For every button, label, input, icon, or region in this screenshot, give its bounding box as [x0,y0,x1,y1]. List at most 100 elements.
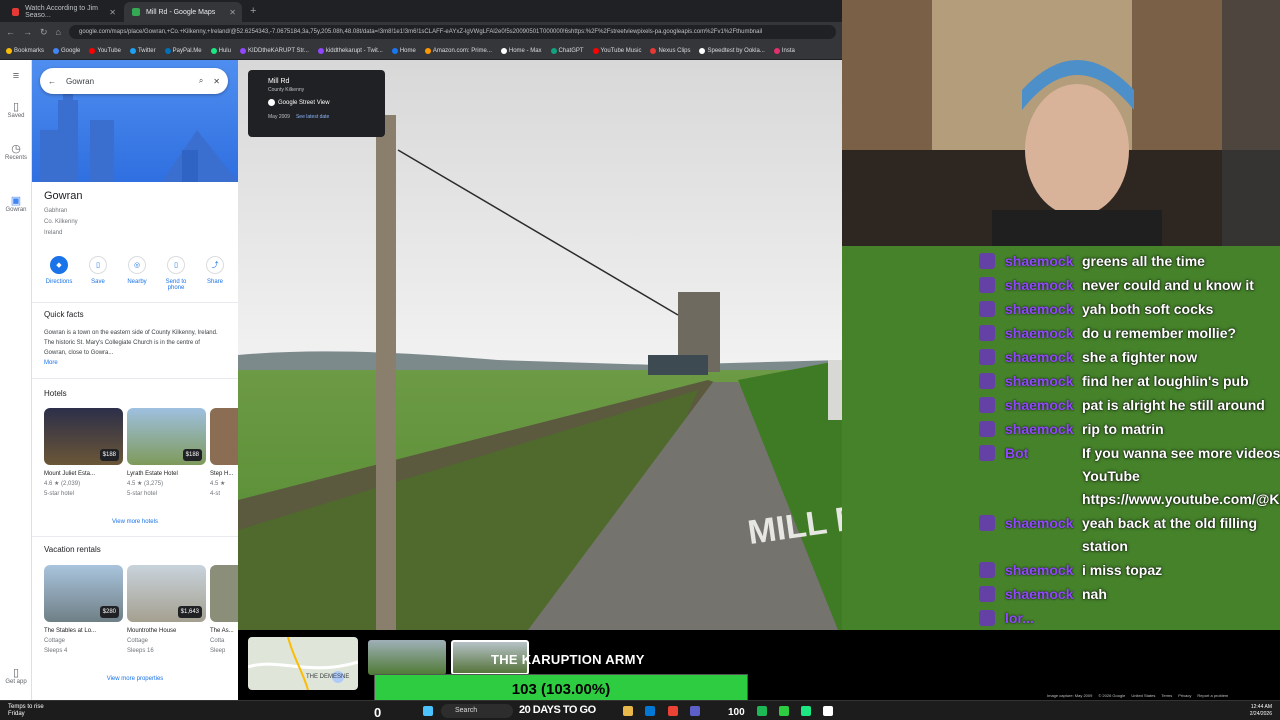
rental-card[interactable]: $280 The Stables at Lo... Cottage Sleeps 4 [44,565,123,656]
hotel-price: $188 [182,449,202,461]
chat-username[interactable]: shaemock [1005,346,1082,369]
footer-link[interactable]: © 2026 Google [1098,693,1125,698]
tab-watch[interactable]: Watch According to Jim Seaso... ✕ [4,2,122,22]
chat-message: shaemock find her at loughlin's pub [979,370,1280,393]
see-latest-date-link[interactable]: See latest date [296,114,329,120]
chat-username[interactable]: shaemock [1005,583,1082,606]
rental-photo: $280 [44,565,123,622]
spotify-icon[interactable] [757,706,767,716]
chat-username[interactable]: shaemock [1005,298,1082,321]
bookmark-item[interactable]: PayPal.Me [164,47,202,54]
footer-link[interactable]: Terms [1161,693,1172,698]
directions-button[interactable]: ◆ Directions [42,256,76,291]
view-more-properties-link[interactable]: View more properties [32,676,238,682]
close-icon[interactable]: ✕ [213,77,220,86]
app-icon[interactable] [779,706,789,716]
rental-card[interactable]: $1,643 Mountrothe House Cottage Sleeps 16 [127,565,206,656]
bookmark-item[interactable]: YouTube Music [592,47,641,54]
chat-username[interactable]: shaemock [1005,250,1082,273]
bookmark-item[interactable]: KIDDtheKARUPT Str... [239,47,309,54]
footer-link[interactable]: Privacy [1178,693,1191,698]
nearby-button[interactable]: ◎ Nearby [120,256,154,291]
chat-message: shaemock nah [979,583,1280,606]
footer-link[interactable]: Image capture: May 2009 [1047,693,1092,698]
new-tab-icon[interactable]: + [244,5,262,17]
bookmark-item[interactable]: Amazon.com: Prime... [424,47,492,54]
rental-price: $1,643 [177,606,202,618]
chat-username[interactable]: shaemock [1005,394,1082,417]
taskbar-search[interactable]: Search [441,704,513,718]
chat-text: do u remember mollie? [1082,325,1237,341]
bookmark-item[interactable]: Speedtest by Ookla... [699,47,765,54]
file-explorer-icon[interactable] [623,706,633,716]
rail-get-app[interactable]: ▯ Get app [0,666,32,685]
hotel-card[interactable]: Step H... 4.5 ★ 4-st [210,408,238,499]
weather-widget[interactable]: Temps to rise Friday [8,704,44,718]
rental-card[interactable]: The As... Cotta Sleep [210,565,238,656]
menu-icon[interactable]: ≡ [0,70,32,82]
photo-thumbnail[interactable] [368,640,446,675]
chat-username[interactable]: shaemock [1005,512,1082,558]
footer-link[interactable]: United States [1131,693,1155,698]
search-input[interactable]: Gowran [66,77,189,86]
more-link[interactable]: More [44,360,58,366]
webcam-image [842,0,1280,246]
share-button[interactable]: ⤴ Share [198,256,232,291]
history-icon: ◷ [11,143,21,155]
place-thumb-icon: ▣ [10,195,22,207]
search-box[interactable]: ← Gowran ⌕ ✕ [40,68,228,94]
back-arrow-icon[interactable]: ← [48,77,56,86]
rail-recents[interactable]: ◷ Recents [0,142,32,161]
close-icon[interactable]: ✕ [109,8,116,17]
chat-username[interactable]: shaemock [1005,370,1082,393]
bookmark-item[interactable]: Hulu [210,47,231,54]
rail-saved[interactable]: ▯ Saved [0,100,32,119]
bookmark-item[interactable]: ChatGPT [550,47,584,54]
chrome-icon[interactable] [668,706,678,716]
chat-username[interactable]: lor... [1005,607,1082,630]
bookmark-item[interactable]: Bookmarks [6,47,44,54]
app-icon[interactable] [690,706,700,716]
minimap[interactable]: THE DEMESNE [248,637,358,690]
chat-badge-icon [979,421,995,437]
footer-link[interactable]: Report a problem [1197,693,1228,698]
chat-username[interactable]: shaemock [1005,274,1082,297]
send-to-phone-button[interactable]: ▯ Send to phone [159,256,193,291]
bookmark-item[interactable]: Google [53,47,80,54]
nearby-icon: ◎ [128,256,146,274]
back-icon[interactable]: ← [6,27,15,37]
hotel-card[interactable]: $188 Mount Juliet Esta... 4.6 ★ (2,039) 5-s… [44,408,123,499]
search-icon[interactable]: ⌕ [199,76,203,86]
home-icon[interactable]: ⌂ [56,27,61,37]
bookmark-item[interactable]: YouTube [89,47,121,54]
app-icon[interactable] [801,706,811,716]
view-more-hotels-link[interactable]: View more hotels [32,519,238,525]
windows-start-icon[interactable] [423,706,433,716]
chat-text [1082,607,1280,630]
bookmark-item[interactable]: Home - Max [500,47,542,54]
edge-icon[interactable] [645,706,655,716]
hotel-photo: $188 [127,408,206,465]
system-clock[interactable]: 12:44 AM 2/24/2026 [1250,704,1272,718]
chat-username[interactable]: shaemock [1005,559,1082,582]
hotel-card[interactable]: $188 Lyrath Estate Hotel 4.5 ★ (3,275) 5-st… [127,408,206,499]
bookmark-item[interactable]: Twitter [129,47,156,54]
forward-icon[interactable]: → [23,27,32,37]
bookmark-item[interactable]: Insta [773,47,795,54]
address-bar: ← → ↻ ⌂ google.com/maps/place/Gowran,+Co… [0,22,842,42]
app-icon[interactable] [823,706,833,716]
chat-username[interactable]: Bot [1005,442,1082,511]
chat-message: shaemock i miss topaz [979,559,1280,582]
chat-username[interactable]: shaemock [1005,418,1082,441]
reload-icon[interactable]: ↻ [40,27,48,38]
rail-gowran[interactable]: ▣ Gowran [0,194,32,213]
tab-maps[interactable]: Mill Rd - Google Maps ✕ [124,2,242,22]
save-button[interactable]: ▯ Save [81,256,115,291]
street-view[interactable]: MILL RD [238,60,842,630]
bookmark-item[interactable]: kiddthekarupt - Twit... [317,47,383,54]
bookmark-item[interactable]: Nexus Clips [650,47,690,54]
url-input[interactable]: google.com/maps/place/Gowran,+Co.+Kilken… [68,25,836,39]
close-icon[interactable]: ✕ [229,8,236,17]
chat-username[interactable]: shaemock [1005,322,1082,345]
bookmark-item[interactable]: Home [391,47,416,54]
